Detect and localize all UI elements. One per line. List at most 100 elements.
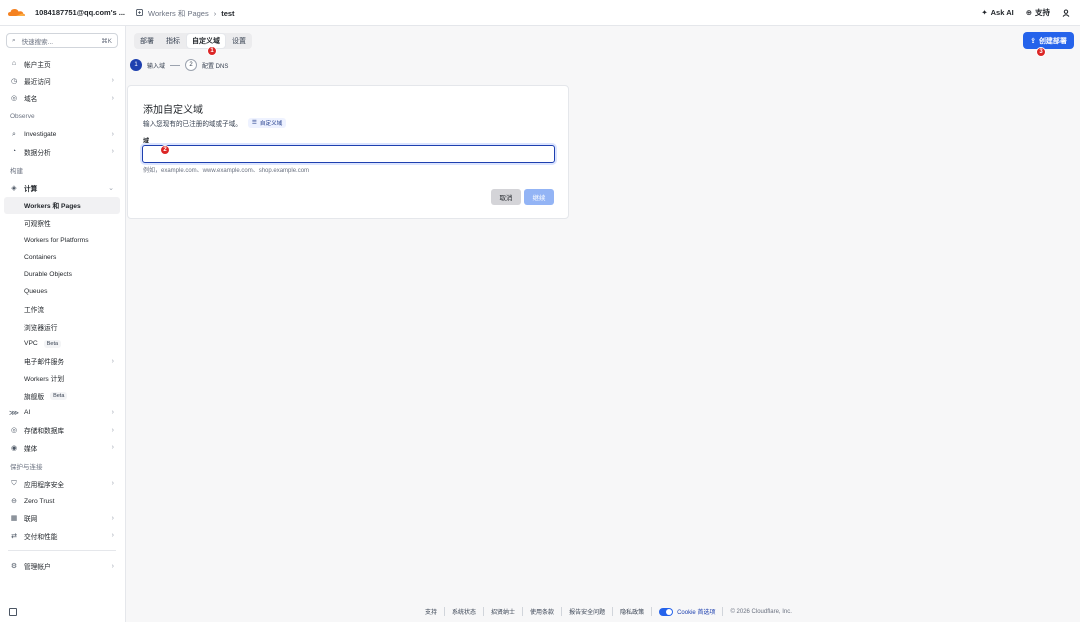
sidebar-item-label: Workers 和 Pages (24, 203, 81, 211)
sidebar-item-label: 可观察性 (24, 220, 51, 228)
sidebar-item-storage[interactable]: ◎ 存储和数据库 › (4, 422, 120, 439)
sidebar-item-label: 电子邮件服务 (24, 359, 65, 367)
sidebar-item-label: 联网 (24, 516, 38, 524)
continue-button[interactable]: 继续 (524, 189, 554, 205)
footer-link-status[interactable]: 系统状态 (445, 607, 485, 616)
cloudflare-logo-icon[interactable] (6, 6, 26, 18)
sidebar-item-manage-account[interactable]: ⚙ 管理帐户 › (4, 557, 120, 574)
footer-link-careers[interactable]: 招贤纳士 (484, 607, 524, 616)
section-build: 构建 (10, 167, 23, 175)
sidebar-item-account-home[interactable]: ⌂ 帐户主页 (4, 55, 120, 72)
chevron-right-icon: › (111, 131, 114, 139)
ask-ai-label: Ask AI (990, 8, 1014, 17)
beta-badge: Beta (50, 391, 68, 400)
sidebar-item-browser-rendering[interactable]: 浏览器运行 (4, 318, 120, 335)
sidebar-item-email-service[interactable]: 电子邮件服务 › (4, 352, 120, 369)
support-label: 支持 (1035, 8, 1050, 17)
sidebar-item-networking[interactable]: ▦ 联网 › (4, 510, 120, 527)
section-observe: Observe (10, 112, 35, 120)
sidebar-item-label: 工作流 (24, 307, 45, 315)
chart-icon: ◔ (11, 148, 17, 156)
sidebar-item-label: 浏览器运行 (24, 324, 58, 332)
sidebar-item-label: 交付和性能 (24, 533, 58, 541)
sidebar-item-durable-objects[interactable]: Durable Objects (4, 266, 120, 283)
chevron-right-icon: › (213, 9, 217, 18)
sidebar-divider (8, 550, 116, 552)
search-input[interactable]: ⌕ 快速搜索... ⌘K (6, 33, 118, 48)
tab-custom-domains[interactable]: 自定义域 (187, 34, 225, 48)
sidebar-item-workflows[interactable]: 工作流 (4, 301, 120, 318)
description-text: 输入您现有的已注册的域或子域。 (143, 121, 242, 128)
sidebar-item-app-security[interactable]: ⛉ 应用程序安全 › (4, 475, 120, 492)
user-menu-button[interactable] (1062, 9, 1070, 17)
clock-icon: ◷ (10, 77, 18, 85)
globe-icon: ◎ (10, 95, 18, 103)
tab-bar: 部署 指标 自定义域 设置 (134, 33, 252, 49)
sidebar-item-compute[interactable]: ◈ 计算 ⌄ (4, 179, 120, 196)
zero-trust-icon: ⊖ (11, 498, 17, 506)
database-icon: ◎ (10, 427, 18, 435)
sidebar-collapse-icon[interactable] (9, 608, 17, 616)
copyright: © 2026 Cloudflare, Inc. (730, 608, 792, 615)
footer-link-security[interactable]: 报告安全问题 (562, 607, 614, 616)
sidebar-item-workers-platforms[interactable]: Workers for Platforms (4, 231, 120, 248)
footer-link-support[interactable]: 支持 (418, 607, 446, 616)
sidebar-item-label: Workers 计划 (24, 376, 65, 384)
sidebar-item-flagship[interactable]: 旗舰版 Beta (4, 387, 120, 404)
cancel-button[interactable]: 取消 (491, 189, 521, 205)
tab-settings[interactable]: 设置 (227, 34, 251, 48)
step-2-label: 配置 DNS (202, 63, 229, 70)
domain-field-label: 域 (143, 139, 150, 145)
sidebar-item-media[interactable]: ◉ 媒体 › (4, 439, 120, 456)
sidebar-item-domains[interactable]: ◎ 域名 › (4, 90, 120, 107)
sidebar-item-ai[interactable]: ⋙ AI › (4, 404, 120, 421)
account-switcher[interactable]: 1084187751@qq.com's ... (35, 8, 125, 17)
sparkle-icon: ✦ (981, 8, 988, 17)
footer-link-privacy[interactable]: 隐私政策 (613, 607, 653, 616)
step-connector (170, 64, 181, 66)
stepper: 1 输入域 2 配置 DNS (130, 59, 228, 71)
annotation-marker-3: 3 (1036, 47, 1046, 57)
sidebar-item-analytics[interactable]: ◔ 数据分析 › (4, 143, 120, 160)
top-actions: ✦ Ask AI ⊕ 支持 (981, 7, 1070, 18)
step-1-label: 输入域 (147, 63, 166, 70)
create-deployment-button[interactable]: ⇪ 创建部署 (1023, 32, 1074, 49)
docs-link[interactable]: ☰ 自定义域 (247, 118, 287, 128)
sidebar-item-queues[interactable]: Queues (4, 283, 120, 300)
user-icon (1062, 9, 1070, 17)
sidebar-item-delivery[interactable]: ⇄ 交付和性能 › (4, 527, 120, 544)
sidebar-item-investigate[interactable]: ⌕ Investigate › (4, 126, 120, 143)
sidebar-item-vpc[interactable]: VPC Beta (4, 335, 120, 352)
section-protect: 保护与连接 (10, 463, 43, 471)
sidebar-item-workers-plan[interactable]: Workers 计划 (4, 370, 120, 387)
chevron-right-icon: › (111, 514, 114, 522)
docs-link-label: 自定义域 (259, 121, 283, 127)
breadcrumb: Workers 和 Pages › test (136, 8, 235, 19)
tab-deployments[interactable]: 部署 (135, 34, 159, 48)
compute-icon: ◈ (11, 185, 17, 193)
sidebar-item-containers[interactable]: Containers (4, 249, 120, 266)
sidebar-item-label: 计算 (24, 186, 38, 194)
sidebar-item-observability[interactable]: 可观察性 (4, 214, 120, 231)
cookie-preferences[interactable]: Cookie 首选项 (652, 607, 724, 616)
delivery-icon: ⇄ (11, 532, 17, 540)
footer-link-terms[interactable]: 使用条款 (523, 607, 563, 616)
sidebar-item-label: 存储和数据库 (24, 428, 65, 436)
ask-ai-button[interactable]: ✦ Ask AI (981, 8, 1013, 17)
chevron-right-icon: › (111, 426, 114, 434)
sidebar-item-label: Zero Trust (24, 497, 55, 505)
breadcrumb-workers-pages[interactable]: Workers 和 Pages (148, 8, 209, 19)
sidebar-item-label: 最近访问 (24, 78, 51, 86)
domain-input[interactable] (142, 145, 555, 163)
breadcrumb-current: test (221, 9, 235, 18)
sidebar-item-workers-pages[interactable]: Workers 和 Pages (4, 196, 120, 215)
sidebar-item-zero-trust[interactable]: ⊖ Zero Trust (4, 493, 120, 510)
workers-icon (136, 9, 143, 18)
sidebar-item-recent[interactable]: ◷ 最近访问 › (4, 72, 120, 89)
chevron-right-icon: › (111, 444, 114, 452)
card-title: 添加自定义域 (143, 105, 203, 116)
card-description: 输入您现有的已注册的域或子域。 ☰ 自定义域 (143, 118, 287, 128)
chevron-right-icon: › (111, 480, 114, 488)
support-button[interactable]: ⊕ 支持 (1026, 7, 1050, 18)
tab-metrics[interactable]: 指标 (161, 34, 185, 48)
